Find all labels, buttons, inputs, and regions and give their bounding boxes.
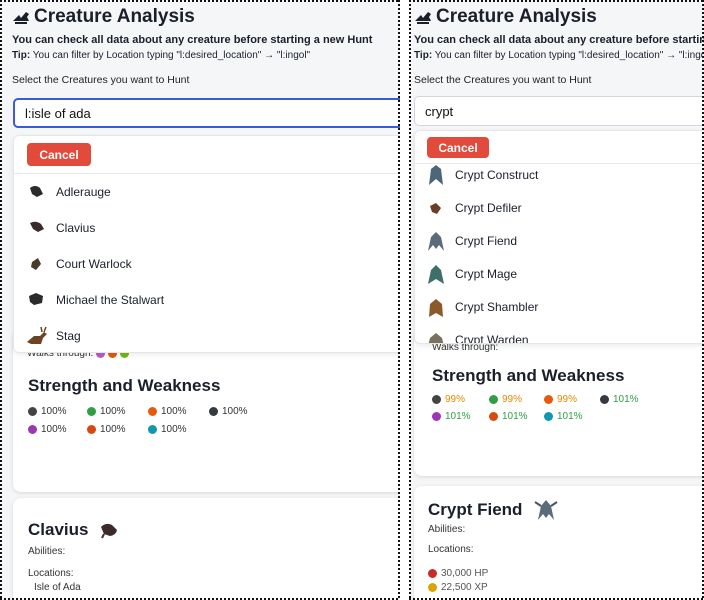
ice-icon: [544, 412, 553, 421]
dropdown-option[interactable]: Adlerauge: [14, 176, 400, 208]
creature-dropdown: Cancel Crypt Construct Crypt Defiler Cry…: [414, 130, 704, 344]
physical-stat: 100%: [28, 406, 67, 417]
energy-stat: 101%: [432, 411, 471, 422]
creature-search-input[interactable]: [13, 98, 400, 128]
dropdown-option[interactable]: Court Warlock: [14, 248, 400, 280]
ice-stat: 100%: [148, 424, 187, 435]
page-header: Creature Analysis You can check all data…: [414, 6, 704, 86]
crypt-warden-sprite-icon: [428, 333, 444, 343]
tip-text: Tip: You can filter by Location typing "…: [12, 50, 311, 61]
dropdown-divider: [14, 173, 400, 174]
earth-stat: 100%: [87, 406, 126, 417]
location-value: Isle of Ada: [34, 582, 81, 593]
creature-dropdown: Cancel Adlerauge Clavius Court Warlock M…: [13, 135, 400, 353]
creature-card: Clavius Abilities: Locations: Isle of Ad…: [13, 498, 400, 600]
earth-stat: 99%: [489, 394, 522, 405]
creature-logo-icon: [415, 12, 431, 24]
death-icon: [209, 407, 218, 416]
crypt-fiend-sprite-icon: [534, 500, 559, 520]
creature-select-label: Select the Creatures you want to Hunt: [12, 74, 190, 86]
heart-icon: [428, 569, 437, 578]
fire-icon: [544, 395, 553, 404]
dropdown-option[interactable]: Michael the Stalwart: [14, 284, 400, 316]
dropdown-option[interactable]: Crypt Defiler: [415, 192, 704, 224]
strength-weakness-card: Walks through: Strength and Weakness 99%…: [414, 330, 704, 476]
michael-the-stalwart-sprite-icon: [29, 293, 43, 305]
death-icon: [600, 395, 609, 404]
energy-icon: [432, 412, 441, 421]
physical-icon: [28, 407, 37, 416]
crypt-shambler-sprite-icon: [429, 299, 443, 317]
holy-icon: [87, 425, 96, 434]
left-screenshot-panel: Creature Analysis You can check all data…: [0, 0, 400, 600]
dropdown-option[interactable]: Clavius: [14, 212, 400, 244]
strength-weakness-card: Walks through: Strength and Weakness 100…: [13, 330, 400, 492]
fire-stat: 100%: [148, 406, 187, 417]
page-title: Creature Analysis: [12, 6, 392, 28]
page-header: Creature Analysis You can check all data…: [12, 6, 392, 86]
crypt-defiler-sprite-icon: [430, 203, 441, 214]
earth-icon: [489, 395, 498, 404]
court-warlock-sprite-icon: [31, 258, 41, 270]
energy-icon: [28, 425, 37, 434]
crypt-mage-sprite-icon: [428, 265, 444, 284]
dropdown-option[interactable]: Crypt Fiend: [415, 225, 704, 257]
earth-icon: [87, 407, 96, 416]
physical-icon: [432, 395, 441, 404]
dropdown-option[interactable]: Crypt Shambler: [415, 291, 704, 323]
xp-value: 22,500 XP: [428, 582, 488, 593]
star-icon: [428, 583, 437, 592]
ice-icon: [148, 425, 157, 434]
locations-label: Locations:: [428, 544, 474, 555]
cancel-button[interactable]: Cancel: [427, 137, 489, 158]
holy-stat: 101%: [489, 411, 528, 422]
strength-weakness-title: Strength and Weakness: [432, 366, 625, 385]
holy-icon: [489, 412, 498, 421]
abilities-label: Abilities:: [428, 524, 466, 535]
fire-stat: 99%: [544, 394, 577, 405]
page-title: Creature Analysis: [414, 6, 704, 28]
creature-card: Crypt Fiend Abilities: Locations: 30,000…: [414, 486, 704, 600]
physical-stat: 99%: [432, 394, 465, 405]
right-screenshot-panel: Creature Analysis You can check all data…: [409, 0, 704, 600]
dropdown-option[interactable]: Crypt Construct: [415, 159, 704, 191]
cancel-button[interactable]: Cancel: [27, 143, 91, 166]
dropdown-option[interactable]: Stag: [14, 320, 400, 352]
stag-sprite-icon: [27, 326, 47, 344]
holy-stat: 100%: [87, 424, 126, 435]
creature-sprite-icon: [101, 523, 118, 539]
dropdown-option[interactable]: Crypt Warden: [415, 324, 704, 343]
locations-label: Locations:: [28, 568, 74, 579]
creature-logo-icon: [13, 12, 29, 24]
creature-name: Crypt Fiend: [428, 496, 560, 524]
clavius-sprite-icon: [30, 221, 44, 232]
death-stat: 100%: [209, 406, 248, 417]
creature-name: Clavius: [28, 520, 120, 540]
creature-search-input[interactable]: [414, 96, 704, 126]
fire-icon: [148, 407, 157, 416]
crypt-fiend-sprite-icon: [428, 232, 444, 251]
strength-weakness-title: Strength and Weakness: [28, 376, 221, 395]
energy-stat: 100%: [28, 424, 67, 435]
dropdown-option[interactable]: Crypt Mage: [415, 258, 704, 290]
ice-stat: 101%: [544, 411, 583, 422]
creature-select-label: Select the Creatures you want to Hunt: [414, 74, 592, 86]
abilities-label: Abilities:: [28, 546, 66, 557]
page-subtitle: You can check all data about any creatur…: [414, 34, 704, 46]
hp-value: 30,000 HP: [428, 568, 488, 579]
death-stat: 101%: [600, 394, 639, 405]
tip-text: Tip: You can filter by Location typing "…: [414, 50, 704, 61]
adlerauge-sprite-icon: [30, 186, 43, 197]
page-subtitle: You can check all data about any creatur…: [12, 34, 373, 46]
crypt-construct-sprite-icon: [429, 165, 443, 185]
